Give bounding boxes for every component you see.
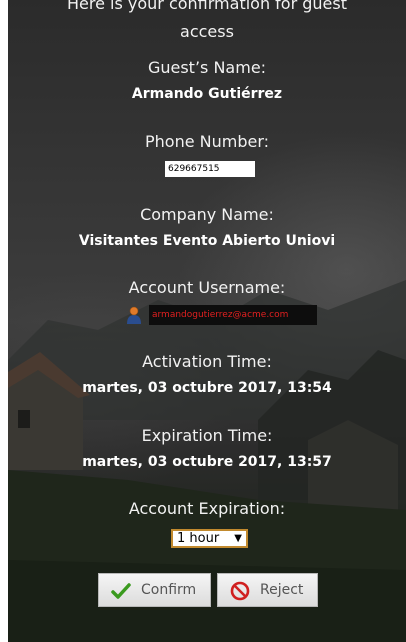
- company-name-label: Company Name:: [140, 205, 274, 224]
- checkmark-icon: [111, 583, 131, 599]
- phone-number-value: 629667515: [165, 161, 255, 177]
- header-line-1: Here is your confirmation for guest: [66, 0, 348, 13]
- activation-time-label: Activation Time:: [142, 352, 272, 371]
- account-username-label: Account Username:: [128, 278, 286, 297]
- account-username-value: armandogutierrez@acme.com: [149, 305, 317, 325]
- account-expiration-selected: 1 hour: [177, 531, 220, 546]
- expiration-time-label: Expiration Time:: [141, 426, 273, 445]
- company-name-value: Visitantes Evento Abierto Uniovi: [78, 233, 336, 249]
- header-line-2: access: [180, 22, 234, 41]
- user-avatar-icon: [127, 306, 141, 324]
- expiration-time-value: martes, 03 octubre 2017, 13:57: [82, 454, 332, 470]
- guest-name-value: Armando Gutiérrez: [131, 86, 283, 102]
- guest-name-label: Guest’s Name:: [147, 58, 267, 77]
- activation-time-value: martes, 03 octubre 2017, 13:54: [82, 380, 332, 396]
- reject-button-label: Reject: [260, 582, 304, 598]
- account-expiration-label: Account Expiration:: [128, 499, 286, 518]
- guest-confirmation-panel: Here is your confirmation for guest acce…: [8, 0, 406, 642]
- confirm-button-label: Confirm: [141, 582, 197, 598]
- dropdown-arrow-icon: ▼: [234, 533, 242, 544]
- reject-button[interactable]: Reject: [217, 573, 318, 607]
- phone-number-label: Phone Number:: [144, 132, 270, 151]
- no-entry-icon: [230, 581, 250, 601]
- confirm-button[interactable]: Confirm: [98, 573, 211, 607]
- account-expiration-select[interactable]: 1 hour ▼: [171, 529, 248, 548]
